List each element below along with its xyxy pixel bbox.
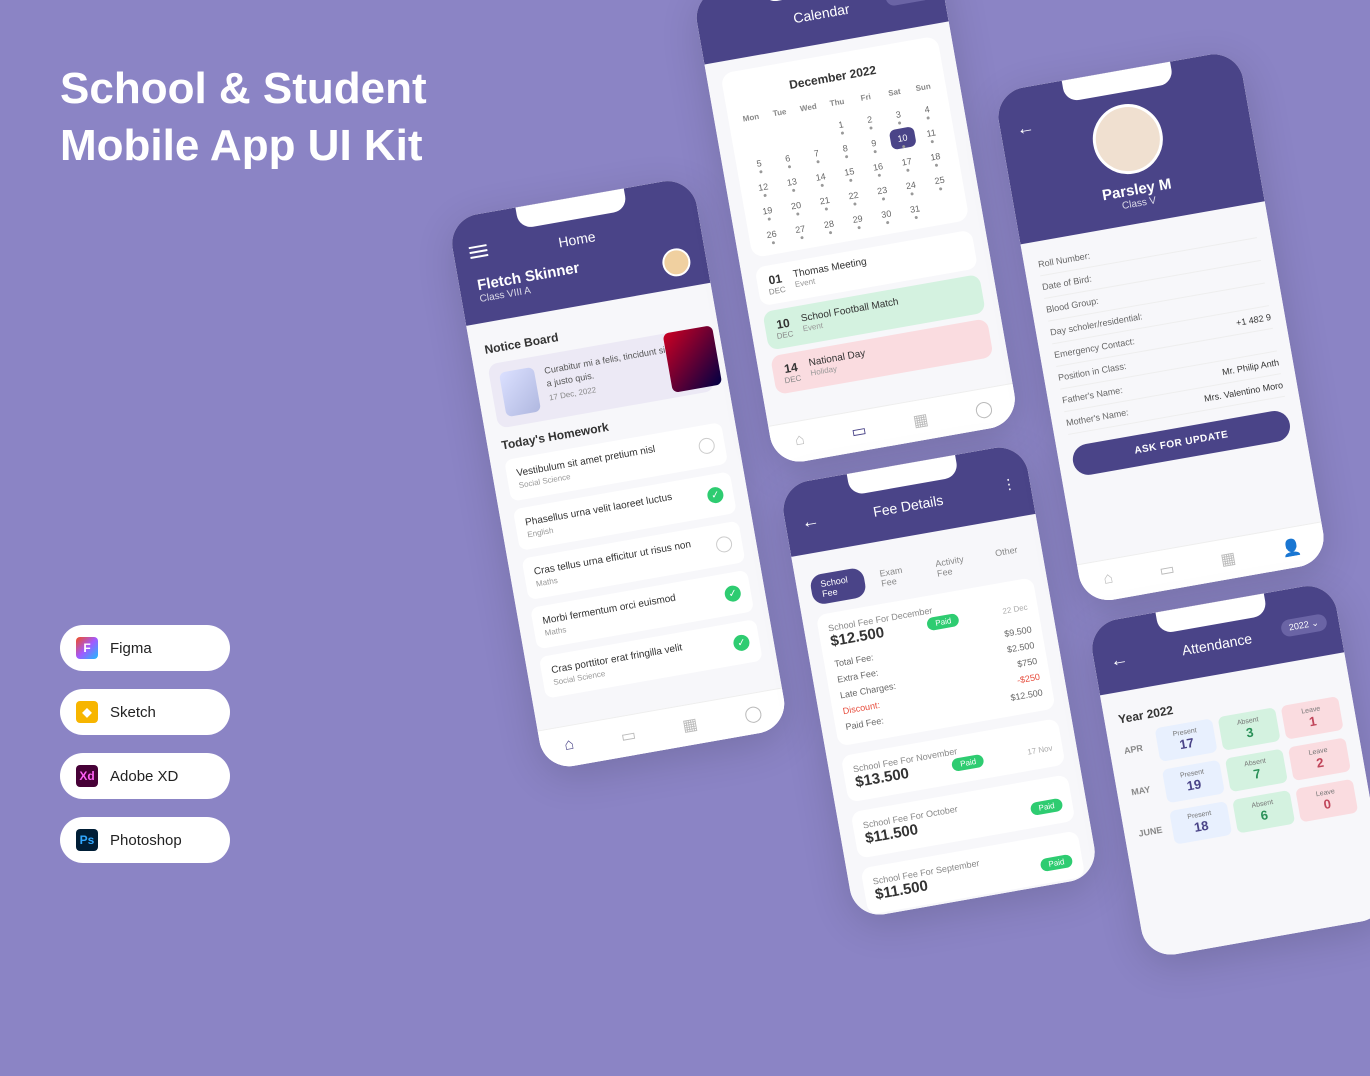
back-icon[interactable]: ←: [1015, 116, 1036, 140]
xd-icon: Xd: [76, 765, 98, 787]
tool-sketch: ◆ Sketch: [60, 689, 230, 735]
nav-home-icon[interactable]: ⌂: [1102, 569, 1115, 590]
marketing-title: School & Student Mobile App UI Kit: [60, 60, 427, 174]
tab-activity-fee[interactable]: Activity Fee: [924, 546, 983, 585]
tab-school-fee[interactable]: School Fee: [809, 567, 867, 606]
back-icon[interactable]: ←: [1108, 648, 1129, 672]
status-check-icon[interactable]: ✓: [706, 486, 725, 505]
status-check-icon[interactable]: ✓: [732, 634, 751, 653]
tab-other[interactable]: Other: [984, 538, 1031, 575]
title-text: School & Student Mobile App UI Kit: [60, 60, 427, 174]
figma-icon: F: [76, 637, 98, 659]
nav-calendar-icon[interactable]: ▭: [619, 725, 637, 747]
nav-gallery-icon[interactable]: ▦: [912, 409, 930, 431]
phone-attendance: ← Attendance 2022 ⌄ Year 2022 APR Presen…: [1088, 581, 1370, 959]
tool-figma: F Figma: [60, 625, 230, 671]
nav-profile-icon[interactable]: ◯: [743, 702, 764, 725]
nav-calendar-icon[interactable]: ▭: [1158, 559, 1176, 581]
profile-avatar[interactable]: [1087, 99, 1168, 180]
nav-profile-icon[interactable]: ◯: [973, 398, 994, 421]
nav-calendar-icon[interactable]: ▭: [850, 420, 868, 442]
nav-gallery-icon[interactable]: ▦: [681, 714, 699, 736]
phone-fee: ← Fee Details ⋮ School Fee Exam Fee Acti…: [779, 443, 1100, 919]
sketch-icon: ◆: [76, 701, 98, 723]
tool-xd: Xd Adobe XD: [60, 753, 230, 799]
nav-home-icon[interactable]: ⌂: [563, 736, 576, 757]
phone-calendar: Calendar 2022 ⌄ December 2022 MonTueWedT…: [692, 0, 1020, 466]
paid-badge: Paid: [926, 613, 960, 631]
status-unchecked-icon[interactable]: [715, 535, 734, 554]
nav-home-icon[interactable]: ⌂: [793, 431, 806, 452]
status-unchecked-icon[interactable]: [697, 437, 716, 456]
phone-home: Home Fletch Skinner Class VIII A Notice …: [447, 176, 788, 771]
notice-thumbnail-icon: [499, 367, 541, 417]
notice-side-image: [663, 325, 723, 393]
back-icon[interactable]: ←: [800, 510, 821, 534]
status-check-icon[interactable]: ✓: [723, 584, 742, 603]
nav-profile-icon[interactable]: 👤: [1280, 536, 1303, 559]
calendar-day-selected[interactable]: 10: [888, 126, 916, 150]
phone-profile: ← Parsley M Class V Roll Number: Date of…: [994, 50, 1329, 605]
nav-gallery-icon[interactable]: ▦: [1219, 548, 1237, 570]
tool-badges: F Figma ◆ Sketch Xd Adobe XD Ps Photosho…: [60, 625, 230, 863]
calendar-grid: MonTueWedThuFriSatSun 1234 567891011 121…: [737, 77, 958, 247]
more-icon[interactable]: ⋮: [1001, 475, 1018, 494]
photoshop-icon: Ps: [76, 829, 98, 851]
tool-photoshop: Ps Photoshop: [60, 817, 230, 863]
menu-icon[interactable]: [468, 241, 489, 262]
tab-exam-fee[interactable]: Exam Fee: [868, 557, 923, 595]
